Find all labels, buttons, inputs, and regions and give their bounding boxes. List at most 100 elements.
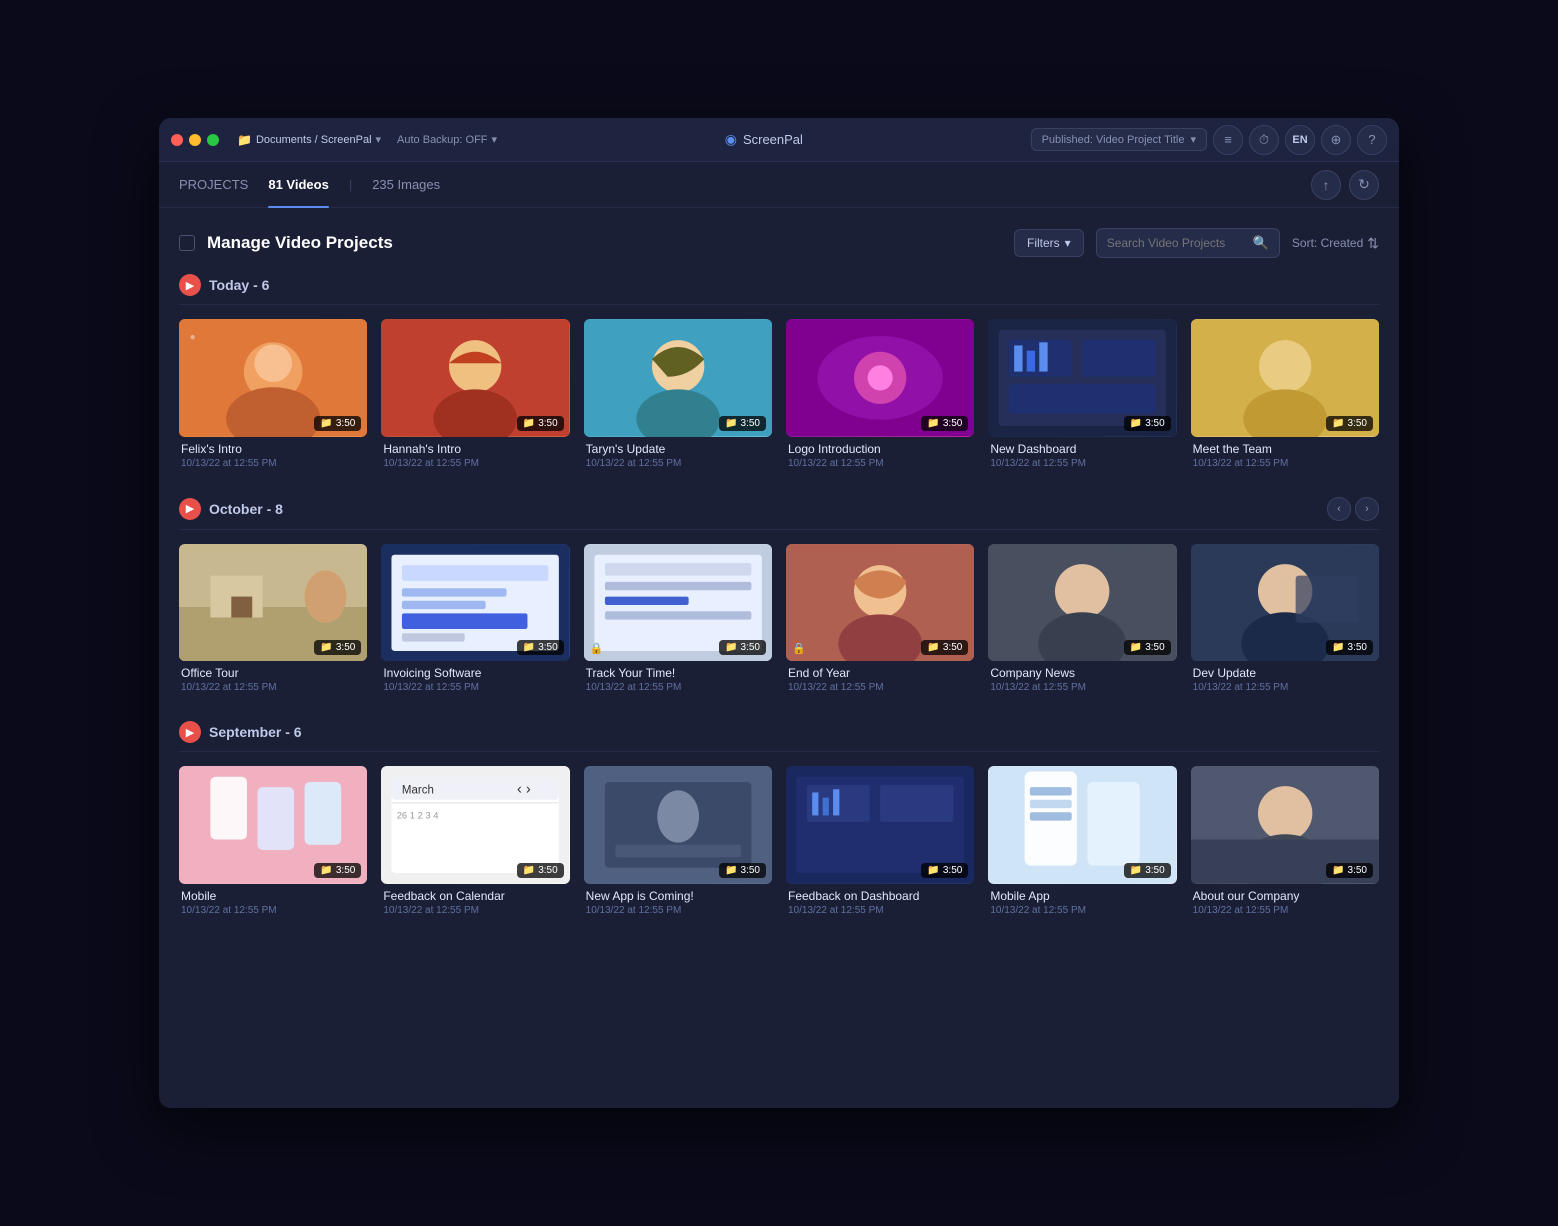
- video-date-calendar: 10/13/22 at 12:55 PM: [383, 905, 567, 916]
- video-info-dashboard: New Dashboard10/13/22 at 12:55 PM: [988, 437, 1176, 469]
- lock-badge-endofyear: 🔒: [792, 642, 806, 655]
- folder-small-icon: 📁: [927, 642, 939, 653]
- video-card-mobile[interactable]: 📁3:50 Mobile 10/13/22 at 12:55 PM: [179, 766, 367, 916]
- list-icon-btn[interactable]: ≡: [1213, 125, 1243, 155]
- folder-small-icon: 📁: [725, 642, 737, 653]
- history-icon-btn[interactable]: ⏱: [1249, 125, 1279, 155]
- video-name-newapp: New App is Coming!: [586, 889, 770, 903]
- video-name-taryn: Taryn's Update: [586, 442, 770, 456]
- section-toggle-october[interactable]: ▶: [179, 498, 201, 520]
- video-date-feedbackdash: 10/13/22 at 12:55 PM: [788, 905, 972, 916]
- video-card-company[interactable]: 📁3:50Company News10/13/22 at 12:55 PM: [988, 544, 1176, 694]
- video-name-mobileapp: Mobile App: [990, 889, 1174, 903]
- video-name-trackyour: Track Your Time!: [586, 666, 770, 680]
- select-all-checkbox[interactable]: [179, 235, 195, 251]
- publish-label: Published: Video Project Title: [1042, 134, 1185, 146]
- share-btn[interactable]: ↑: [1311, 170, 1341, 200]
- video-date-about: 10/13/22 at 12:55 PM: [1193, 905, 1377, 916]
- video-card-taryn[interactable]: 📁3:50Taryn's Update10/13/22 at 12:55 PM: [584, 319, 772, 469]
- section-header-today: ▶ Today - 6: [179, 274, 1379, 305]
- section-prev-btn[interactable]: ‹: [1327, 497, 1351, 521]
- video-date-felix: 10/13/22 at 12:55 PM: [181, 458, 365, 469]
- video-name-mobile: Mobile: [181, 889, 365, 903]
- section-today: ▶Today - 6 ● 📁3:50Felix's Intro10/13/22 …: [179, 274, 1379, 469]
- video-card-feedbackdash[interactable]: 📁3:50Feedback on Dashboard10/13/22 at 12…: [786, 766, 974, 916]
- video-info-logo: Logo Introduction10/13/22 at 12:55 PM: [786, 437, 974, 469]
- language-btn[interactable]: EN: [1285, 125, 1315, 155]
- video-thumb-newapp: 📁3:50: [584, 766, 772, 884]
- video-thumb-logo: 📁3:50: [786, 319, 974, 437]
- video-name-felix: Felix's Intro: [181, 442, 365, 456]
- svg-text:26 1 2 3 4: 26 1 2 3 4: [397, 810, 439, 821]
- video-grid-today: ● 📁3:50Felix's Intro10/13/22 at 12:55 PM…: [179, 319, 1379, 469]
- video-card-endofyear[interactable]: 📁3:50🔒End of Year10/13/22 at 12:55 PM: [786, 544, 974, 694]
- video-name-feedbackdash: Feedback on Dashboard: [788, 889, 972, 903]
- section-next-btn[interactable]: ›: [1355, 497, 1379, 521]
- publish-dropdown[interactable]: Published: Video Project Title ▾: [1031, 128, 1207, 151]
- video-card-devupdate[interactable]: 📁3:50Dev Update10/13/22 at 12:55 PM: [1191, 544, 1379, 694]
- titlebar-right: Published: Video Project Title ▾ ≡ ⏱ EN …: [1031, 125, 1387, 155]
- video-name-invoicing: Invoicing Software: [383, 666, 567, 680]
- video-duration-dashboard: 📁3:50: [1124, 416, 1171, 431]
- app-window: 📁 Documents / ScreenPal ▾ Auto Backup: O…: [159, 118, 1399, 1108]
- video-date-newapp: 10/13/22 at 12:55 PM: [586, 905, 770, 916]
- video-thumb-hannah: 📁3:50: [381, 319, 569, 437]
- video-info-endofyear: End of Year10/13/22 at 12:55 PM: [786, 661, 974, 693]
- app-name: ScreenPal: [743, 132, 803, 147]
- video-card-about[interactable]: 📁3:50About our Company10/13/22 at 12:55 …: [1191, 766, 1379, 916]
- filter-chevron: ▾: [1065, 236, 1071, 250]
- search-input[interactable]: [1107, 236, 1247, 250]
- minimize-button[interactable]: [189, 134, 201, 146]
- section-label-today: Today - 6: [209, 277, 1379, 293]
- section-toggle-september[interactable]: ▶: [179, 721, 201, 743]
- video-card-invoicing[interactable]: 📁3:50Invoicing Software10/13/22 at 12:55…: [381, 544, 569, 694]
- video-name-logo: Logo Introduction: [788, 442, 972, 456]
- layers-icon-btn[interactable]: ⊕: [1321, 125, 1351, 155]
- section-header-september: ▶September - 6: [179, 721, 1379, 752]
- help-icon-btn[interactable]: ?: [1357, 125, 1387, 155]
- section-october: ▶October - 8 ‹ › 📁3:50Office Tour10/13/2…: [179, 497, 1379, 694]
- maximize-button[interactable]: [207, 134, 219, 146]
- video-card-dashboard[interactable]: 📁3:50 New Dashboard10/13/22 at 12:55 PM: [988, 319, 1176, 469]
- video-card-logo[interactable]: 📁3:50 Logo Introduction10/13/22 at 12:55 …: [786, 319, 974, 469]
- video-duration-mobile: 📁3:50: [314, 863, 361, 878]
- close-button[interactable]: [171, 134, 183, 146]
- video-card-trackyour[interactable]: 📁3:50🔒Track Your Time!10/13/22 at 12:55 …: [584, 544, 772, 694]
- tab-images[interactable]: 235 Images: [372, 173, 440, 196]
- video-thumb-meetteam: 📁3:50: [1191, 319, 1379, 437]
- video-date-mobile: 10/13/22 at 12:55 PM: [181, 905, 365, 916]
- video-card-hannah[interactable]: 📁3:50Hannah's Intro10/13/22 at 12:55 PM: [381, 319, 569, 469]
- video-duration-trackyour: 📁3:50: [719, 640, 766, 655]
- video-duration-logo: 📁3:50: [921, 416, 968, 431]
- video-name-officetour: Office Tour: [181, 666, 365, 680]
- section-toggle-today[interactable]: ▶: [179, 274, 201, 296]
- video-info-invoicing: Invoicing Software10/13/22 at 12:55 PM: [381, 661, 569, 693]
- filters-button[interactable]: Filters ▾: [1014, 229, 1084, 257]
- video-grid-october: 📁3:50 Office Tour 10/13/22 at 12:55 PM 📁3:…: [179, 544, 1379, 694]
- video-card-mobileapp[interactable]: 📁3:50Mobile App10/13/22 at 12:55 PM: [988, 766, 1176, 916]
- video-duration-company: 📁3:50: [1124, 640, 1171, 655]
- sort-button[interactable]: Sort: Created ⇅: [1292, 235, 1379, 252]
- lock-badge-trackyour: 🔒: [590, 642, 604, 655]
- folder-small-icon: 📁: [1130, 642, 1142, 653]
- tab-divider: |: [349, 177, 352, 192]
- tab-projects[interactable]: PROJECTS: [179, 173, 248, 196]
- auto-backup[interactable]: Auto Backup: OFF ▾: [397, 133, 497, 146]
- folder-small-icon: 📁: [725, 865, 737, 876]
- video-card-meetteam[interactable]: 📁3:50Meet the Team10/13/22 at 12:55 PM: [1191, 319, 1379, 469]
- video-card-calendar[interactable]: March ‹ › 26 1 2 3 4 📁3:50Feedback on Ca…: [381, 766, 569, 916]
- tab-videos[interactable]: 81 Videos: [268, 173, 328, 196]
- folder-small-icon: 📁: [927, 865, 939, 876]
- app-title-bar: ◉ ScreenPal: [507, 131, 1021, 148]
- video-card-newapp[interactable]: 📁3:50 New App is Coming! 10/13/22 at 12:55…: [584, 766, 772, 916]
- video-thumb-taryn: 📁3:50: [584, 319, 772, 437]
- refresh-btn[interactable]: ↻: [1349, 170, 1379, 200]
- video-date-officetour: 10/13/22 at 12:55 PM: [181, 682, 365, 693]
- search-box[interactable]: 🔍: [1096, 228, 1280, 258]
- video-thumb-mobile: 📁3:50: [179, 766, 367, 884]
- video-card-officetour[interactable]: 📁3:50Office Tour10/13/22 at 12:55 PM: [179, 544, 367, 694]
- svg-text:March: March: [402, 785, 434, 797]
- video-card-felix[interactable]: ● 📁3:50Felix's Intro10/13/22 at 12:55 PM: [179, 319, 367, 469]
- traffic-lights: [171, 134, 219, 146]
- file-path[interactable]: 📁 Documents / ScreenPal ▾: [237, 133, 381, 147]
